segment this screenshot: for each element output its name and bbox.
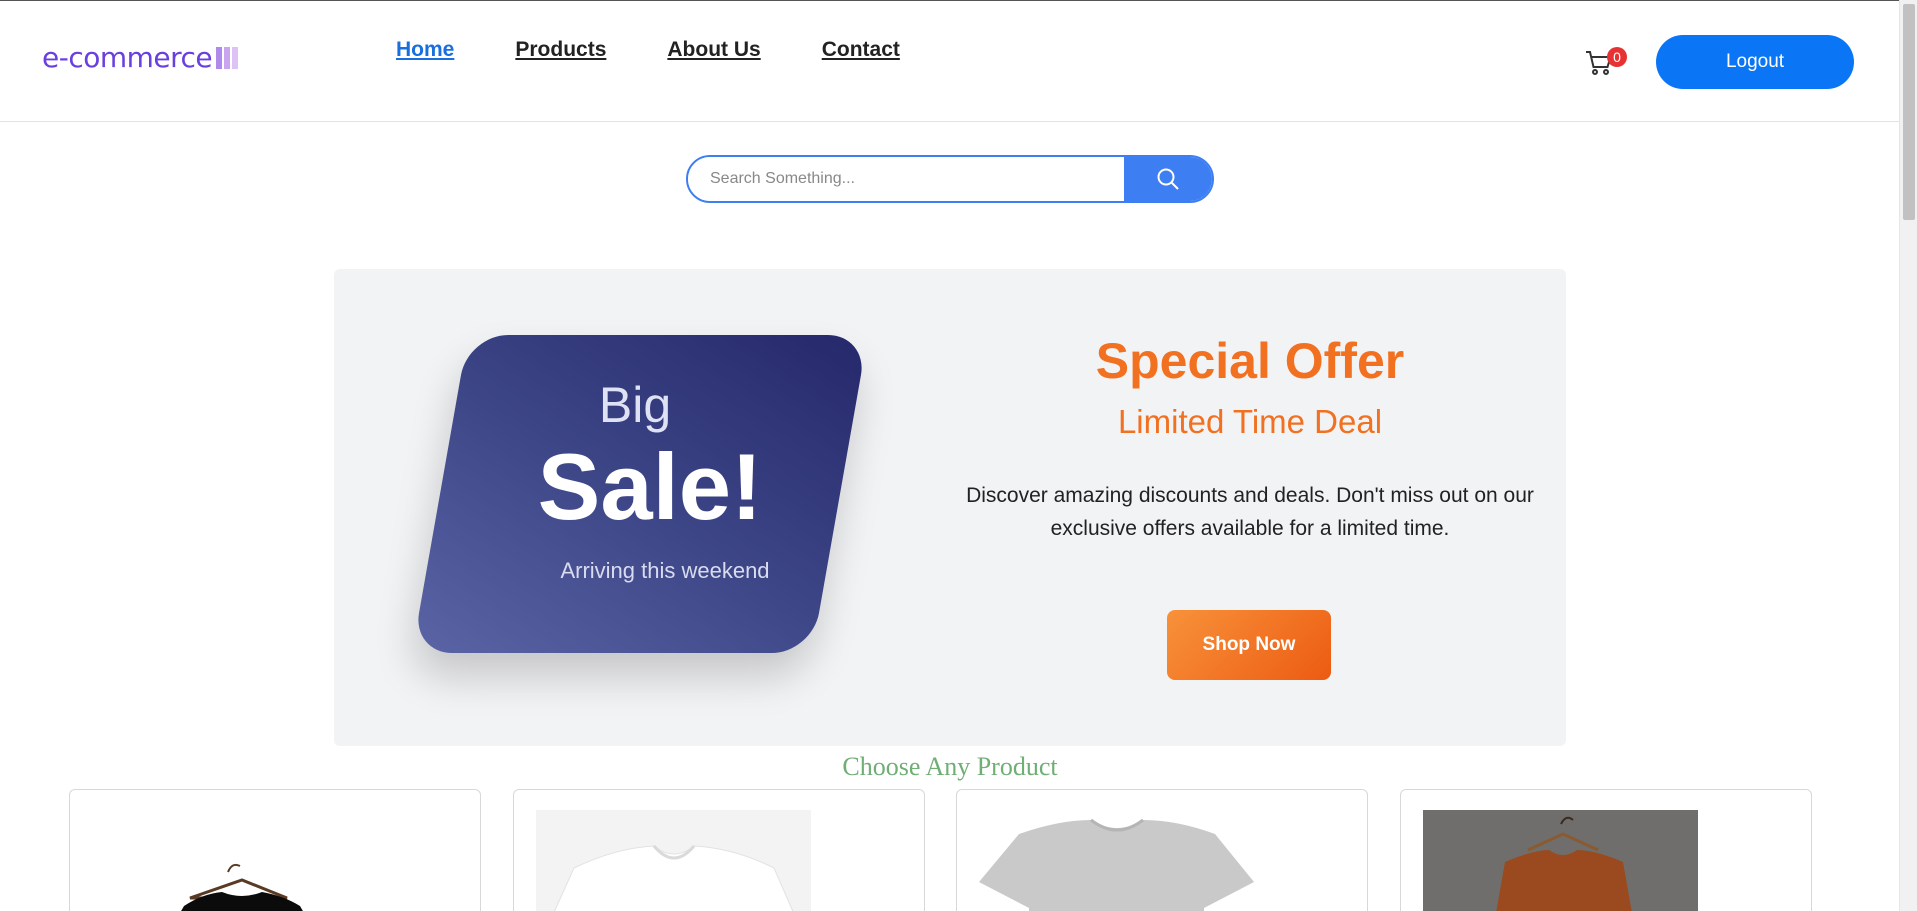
products-section-title: Choose Any Product — [842, 752, 1058, 781]
cart-button[interactable]: 0 — [1585, 47, 1627, 77]
cart-count-badge: 0 — [1607, 47, 1627, 67]
nav-contact[interactable]: Contact — [822, 38, 900, 62]
nav-home[interactable]: Home — [396, 38, 454, 62]
sale-main-text: Sale! — [537, 434, 763, 539]
product-image-black-tshirt[interactable] — [92, 810, 367, 911]
product-card[interactable] — [69, 789, 481, 911]
page-scrollbar[interactable] — [1899, 0, 1917, 911]
nav-products[interactable]: Products — [515, 38, 606, 62]
nav-about-us[interactable]: About Us — [667, 38, 760, 62]
product-card[interactable] — [956, 789, 1368, 911]
scrollbar-thumb[interactable] — [1903, 4, 1915, 220]
sale-subtext: Arriving this weekend — [560, 558, 770, 583]
product-image-grey-tshirt[interactable] — [979, 810, 1254, 911]
search-bar — [686, 155, 1214, 203]
logo-text: e-commerce — [42, 41, 213, 74]
brand-logo[interactable]: e-commerce — [42, 41, 239, 74]
product-image-white-tshirt[interactable] — [536, 810, 811, 911]
product-image-brown-tshirt[interactable] — [1423, 810, 1698, 911]
search-button[interactable] — [1124, 157, 1212, 201]
main-nav: Home Products About Us Contact — [396, 38, 900, 62]
product-card[interactable] — [1400, 789, 1812, 911]
offer-subtitle: Limited Time Deal — [1117, 403, 1383, 440]
offer-description: Discover amazing discounts and deals. Do… — [966, 484, 1534, 540]
logout-button[interactable]: Logout — [1656, 35, 1854, 89]
logo-bars-icon — [216, 46, 239, 69]
search-icon — [1157, 168, 1179, 190]
sale-big-text: Big — [598, 377, 672, 433]
shop-now-button[interactable]: Shop Now — [1167, 610, 1331, 680]
search-input[interactable] — [688, 157, 1124, 201]
top-header: e-commerce Home Products About Us Contac… — [0, 0, 1899, 122]
offer-title: Special Offer — [1095, 333, 1405, 389]
product-card[interactable] — [513, 789, 925, 911]
